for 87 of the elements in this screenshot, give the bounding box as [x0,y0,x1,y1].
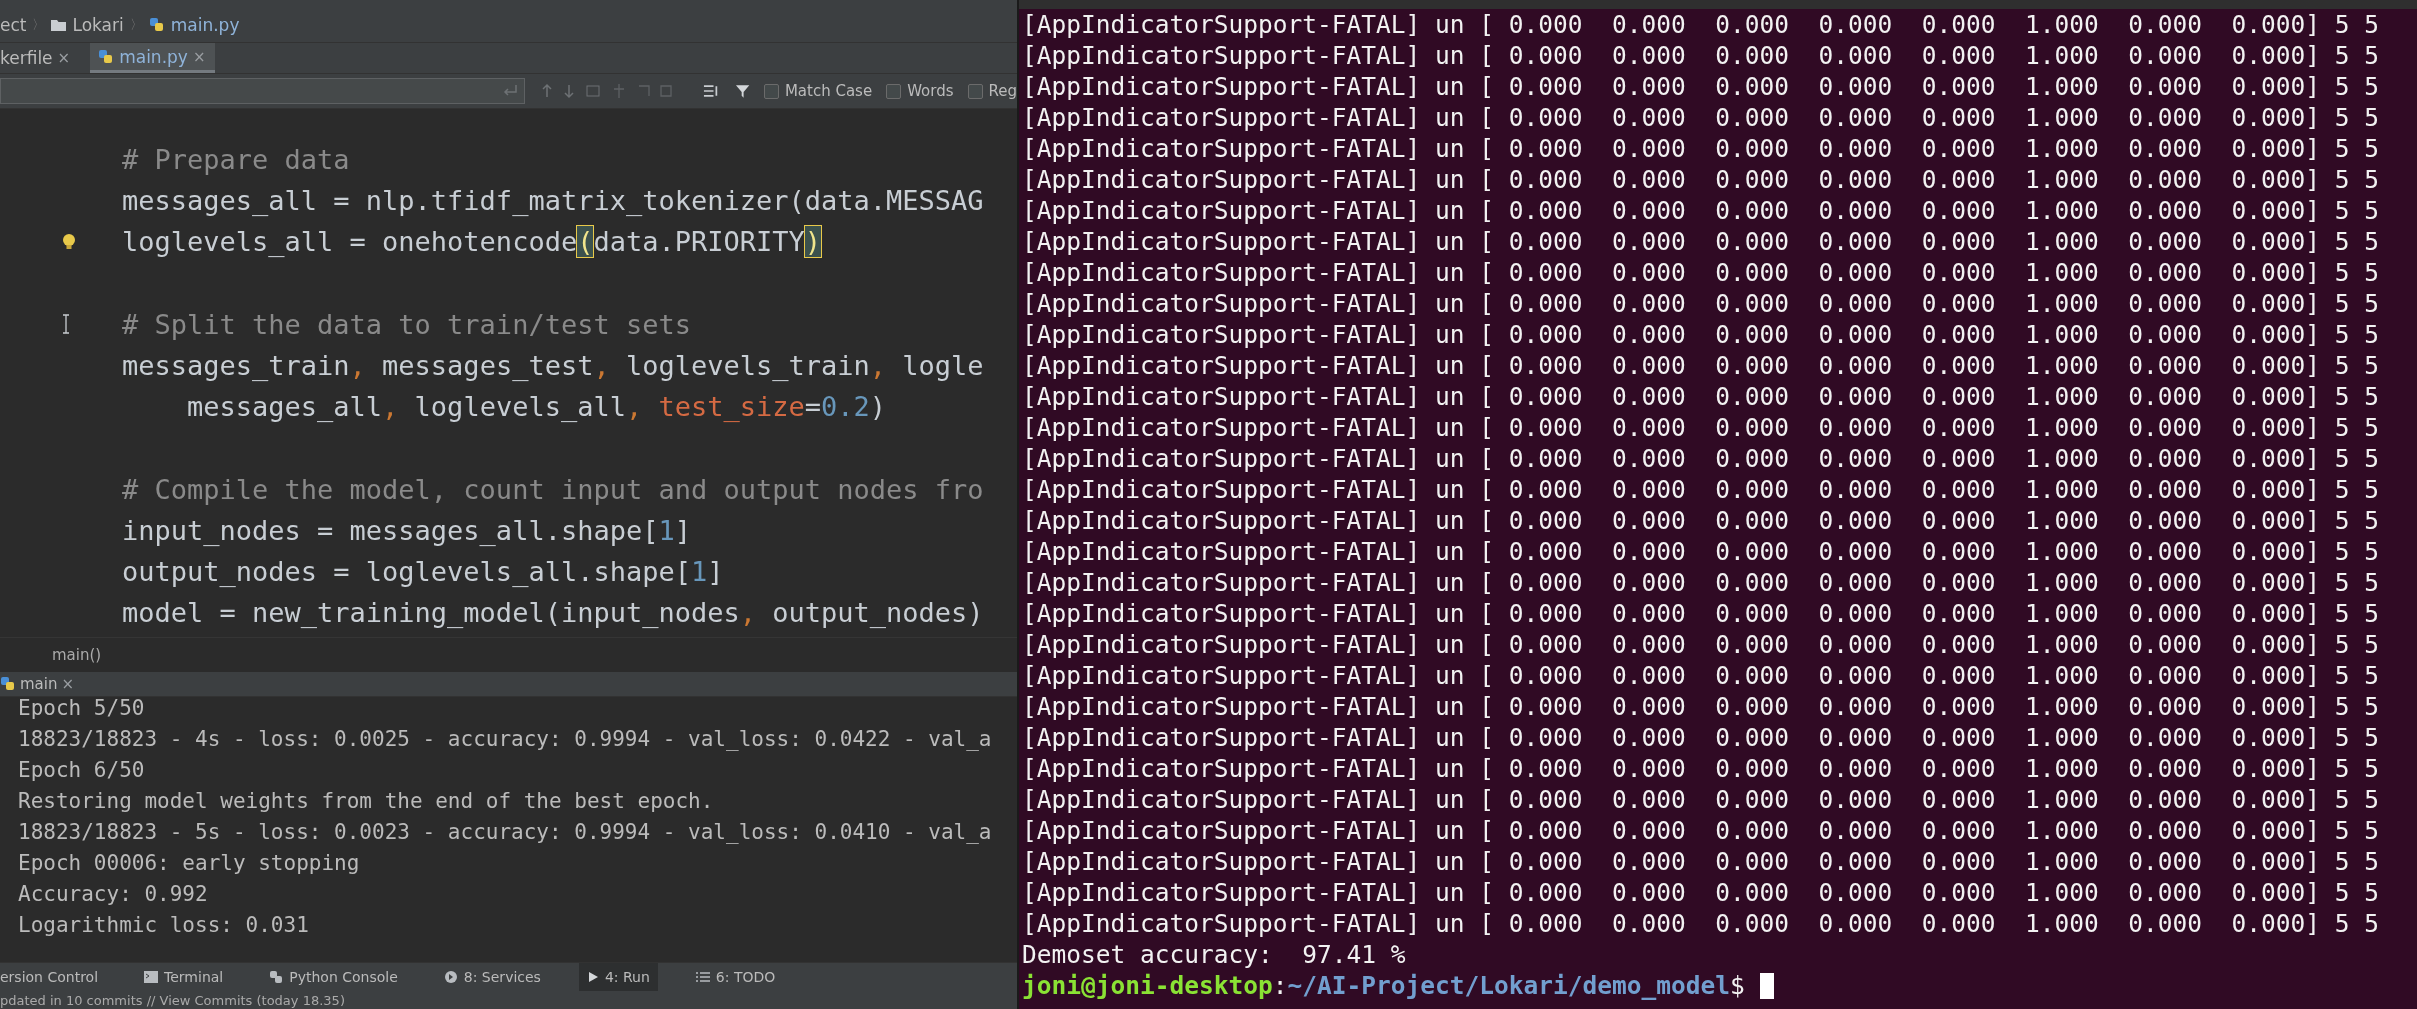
editor-breadcrumb[interactable]: main() [52,646,102,664]
terminal-output-line: [AppIndicatorSupport-FATAL] un [ 0.000 0.000 0.000 0.000 0.000 1.000 0.000 0.000] 5 5 [1022,691,2381,722]
code-line: loglevels_all = onehotencode(data.PRIORITY) [122,226,821,258]
console-output-line: Epoch 5/50 [18,697,146,722]
console-output-line: Restoring model weights from the end of the best epoch. [18,788,715,815]
code-line: messages_all = nlp.tfidf_matrix_tokenizer(data.MESSAG [122,185,984,217]
terminal-output-line: Demoset accuracy: 97.41 % [1022,939,1407,970]
checkbox-option[interactable]: Match Case [763,82,873,100]
list-icon [695,971,710,983]
breadcrumb-item[interactable]: ect [0,15,27,35]
shell-prompt: joni@joni-desktop:~/AI-Project/Lokari/demo_model$ [1022,970,1746,1001]
terminal-output-line: [AppIndicatorSupport-FATAL] un [ 0.000 0.000 0.000 0.000 0.000 1.000 0.000 0.000] 5 5 [1022,474,2381,505]
terminal-output-line: [AppIndicatorSupport-FATAL] un [ 0.000 0.000 0.000 0.000 0.000 1.000 0.000 0.000] 5 5 [1022,71,2381,102]
terminal-output-line: [AppIndicatorSupport-FATAL] un [ 0.000 0.000 0.000 0.000 0.000 1.000 0.000 0.000] 5 5 [1022,40,2381,71]
terminal-output-line: [AppIndicatorSupport-FATAL] un [ 0.000 0.000 0.000 0.000 0.000 1.000 0.000 0.000] 5 5 [1022,908,2381,939]
code-line: messages_all, loglevels_all, test_size=0.2) [186,391,887,423]
checkbox-option[interactable]: Reg [967,82,1017,100]
code-line: model = new_training_model(input_nodes, output_nodes) [122,597,984,629]
terminal-output-line: [AppIndicatorSupport-FATAL] un [ 0.000 0.000 0.000 0.000 0.000 1.000 0.000 0.000] 5 5 [1022,753,2381,784]
python-file-icon [0,676,16,692]
tool-window-button[interactable]: Terminal [136,963,232,991]
terminal-output-line: [AppIndicatorSupport-FATAL] un [ 0.000 0.000 0.000 0.000 0.000 1.000 0.000 0.000] 5 5 [1022,598,2381,629]
enter-icon [502,84,519,98]
terminal-output-line: [AppIndicatorSupport-FATAL] un [ 0.000 0.000 0.000 0.000 0.000 1.000 0.000 0.000] 5 5 [1022,505,2381,536]
text-cursor-icon [62,314,70,335]
terminal-output-line: [AppIndicatorSupport-FATAL] un [ 0.000 0.000 0.000 0.000 0.000 1.000 0.000 0.000] 5 5 [1022,660,2381,691]
services-icon [443,970,458,984]
terminal-output-line: [AppIndicatorSupport-FATAL] un [ 0.000 0.000 0.000 0.000 0.000 1.000 0.000 0.000] 5 5 [1022,350,2381,381]
breadcrumb-separator: 〉 [129,16,143,34]
terminal-output-line: [AppIndicatorSupport-FATAL] un [ 0.000 0.000 0.000 0.000 0.000 1.000 0.000 0.000] 5 5 [1022,226,2381,257]
console-output-line: Logarithmic loss: 0.031 [18,912,310,939]
close-icon[interactable]: × [61,675,75,693]
terminal-output-line: [AppIndicatorSupport-FATAL] un [ 0.000 0.000 0.000 0.000 0.000 1.000 0.000 0.000] 5 5 [1022,629,2381,660]
terminal-cursor [1759,972,1774,999]
console-output-line: Epoch 00006: early stopping [18,850,361,877]
search-field[interactable] [0,78,526,104]
terminal-output-line: [AppIndicatorSupport-FATAL] un [ 0.000 0.000 0.000 0.000 0.000 1.000 0.000 0.000] 5 5 [1022,536,2381,567]
run-tab[interactable]: main × [0,675,75,693]
close-icon[interactable]: × [57,49,71,67]
breadcrumb-separator: 〉 [32,16,46,34]
terminal-output-line: [AppIndicatorSupport-FATAL] un [ 0.000 0.000 0.000 0.000 0.000 1.000 0.000 0.000] 5 5 [1022,102,2381,133]
terminal-output-line: [AppIndicatorSupport-FATAL] un [ 0.000 0.000 0.000 0.000 0.000 1.000 0.000 0.000] 5 5 [1022,195,2381,226]
terminal-output-line: [AppIndicatorSupport-FATAL] un [ 0.000 0.000 0.000 0.000 0.000 1.000 0.000 0.000] 5 5 [1022,257,2381,288]
tool-window-button[interactable]: ersion Control [0,963,107,991]
terminal-output-line: [AppIndicatorSupport-FATAL] un [ 0.000 0.000 0.000 0.000 0.000 1.000 0.000 0.000] 5 5 [1022,722,2381,753]
tool-window-button[interactable]: 6: TODO [687,963,784,991]
code-line: # Split the data to train/test sets [122,308,691,340]
folder-icon [51,19,67,31]
editor-tab[interactable]: main.py × [90,43,216,73]
breadcrumb-item[interactable]: main.py [170,15,240,35]
filter-icon[interactable] [734,83,750,99]
code-line: # Prepare data [122,144,350,176]
tool-window-button[interactable]: Python Console [261,963,406,991]
console-output-line: 18823/18823 - 4s - loss: 0.0025 - accuracy: 0.9994 - val_loss: 0.0422 - val_a [18,726,993,753]
status-message: pdated in 10 commits // View Commits (today 18.35) [0,992,345,1008]
close-icon[interactable]: × [192,47,206,66]
python-file-icon [148,17,165,33]
terminal-output-line: [AppIndicatorSupport-FATAL] un [ 0.000 0.000 0.000 0.000 0.000 1.000 0.000 0.000] 5 5 [1022,784,2381,815]
python-icon [269,970,284,984]
breadcrumb-item[interactable]: Lokari [72,15,124,35]
terminal-output-line: [AppIndicatorSupport-FATAL] un [ 0.000 0.000 0.000 0.000 0.000 1.000 0.000 0.000] 5 5 [1022,164,2381,195]
terminal-output-line: [AppIndicatorSupport-FATAL] un [ 0.000 0.000 0.000 0.000 0.000 1.000 0.000 0.000] 5 5 [1022,567,2381,598]
terminal-output-line: [AppIndicatorSupport-FATAL] un [ 0.000 0.000 0.000 0.000 0.000 1.000 0.000 0.000] 5 5 [1022,443,2381,474]
terminal-output-line: [AppIndicatorSupport-FATAL] un [ 0.000 0.000 0.000 0.000 0.000 1.000 0.000 0.000] 5 5 [1022,319,2381,350]
python-file-icon [98,48,115,65]
console-output-line: Accuracy: 0.992 [18,881,209,908]
console-output-line: 18823/18823 - 5s - loss: 0.0023 - accuracy: 0.9994 - val_loss: 0.0410 - val_a [18,819,993,846]
terminal-output-line: [AppIndicatorSupport-FATAL] un [ 0.000 0.000 0.000 0.000 0.000 1.000 0.000 0.000] 5 5 [1022,815,2381,846]
lightbulb-icon[interactable] [62,232,76,251]
terminal-output-line: [AppIndicatorSupport-FATAL] un [ 0.000 0.000 0.000 0.000 0.000 1.000 0.000 0.000] 5 5 [1022,9,2381,40]
tool-window-button[interactable]: 4: Run [578,963,658,991]
code-line: output_nodes = loglevels_all.shape[1] [122,555,724,587]
terminal-output-line: [AppIndicatorSupport-FATAL] un [ 0.000 0.000 0.000 0.000 0.000 1.000 0.000 0.000] 5 5 [1022,288,2381,319]
terminal-output-line: [AppIndicatorSupport-FATAL] un [ 0.000 0.000 0.000 0.000 0.000 1.000 0.000 0.000] 5 5 [1022,381,2381,412]
run-icon [586,971,599,983]
tool-window-button[interactable]: 8: Services [435,963,549,991]
terminal-icon [144,971,159,983]
terminal-output-line: [AppIndicatorSupport-FATAL] un [ 0.000 0.000 0.000 0.000 0.000 1.000 0.000 0.000] 5 5 [1022,877,2381,908]
code-line: input_nodes = messages_all.shape[1] [122,514,691,546]
code-line: messages_train, messages_test, loglevels_train, logle [122,350,984,382]
code-line: # Compile the model, count input and output nodes fro [122,473,984,505]
console-output-line: Epoch 6/50 [18,757,146,784]
checkbox-option[interactable]: Words [886,82,954,100]
terminal-output-line: [AppIndicatorSupport-FATAL] un [ 0.000 0.000 0.000 0.000 0.000 1.000 0.000 0.000] 5 5 [1022,846,2381,877]
terminal-output-line: [AppIndicatorSupport-FATAL] un [ 0.000 0.000 0.000 0.000 0.000 1.000 0.000 0.000] 5 5 [1022,133,2381,164]
editor-tab[interactable]: kerfile × [0,43,81,73]
terminal-output-line: [AppIndicatorSupport-FATAL] un [ 0.000 0.000 0.000 0.000 0.000 1.000 0.000 0.000] 5 5 [1022,412,2381,443]
